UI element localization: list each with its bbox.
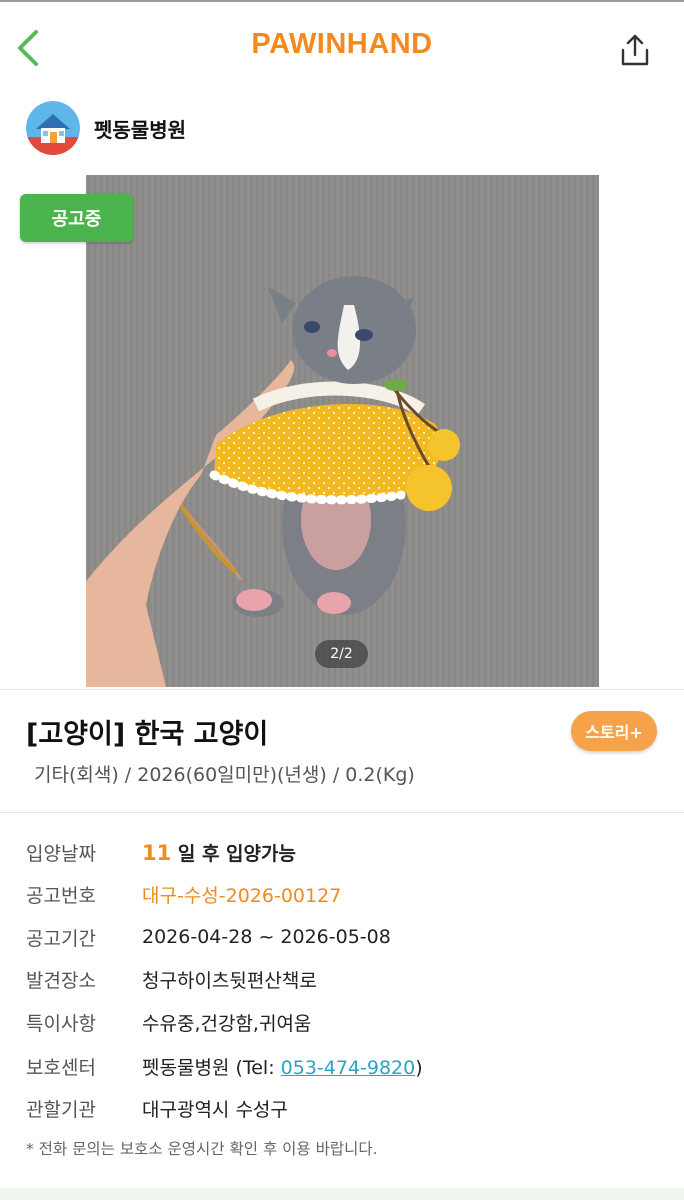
brand-logo[interactable]: PAWINHAND [0, 28, 684, 61]
adoption-days: 11 [142, 840, 172, 865]
app-header: PAWINHAND [0, 2, 684, 92]
adoption-suffix: 일 후 입양가능 [171, 842, 296, 865]
divider [0, 689, 684, 690]
info-value: 11 일 후 입양가능 [142, 839, 296, 866]
pet-photo[interactable] [86, 175, 599, 687]
shelter-avatar [26, 101, 80, 155]
special-notes: 수유중,건강함,귀여움 [142, 1012, 312, 1035]
house-icon [26, 101, 80, 155]
shelter-row[interactable]: 펫동물병원 [26, 100, 186, 156]
divider [0, 812, 684, 813]
info-label: 입양날짜 [26, 842, 96, 865]
info-row-notice-number: 공고번호 대구-수성-2026-00127 [26, 877, 341, 911]
found-place: 청구하이츠뒷편산책로 [142, 969, 317, 992]
bottom-strip [0, 1188, 684, 1200]
page-indicator: 2/2 [315, 640, 368, 668]
agency: 대구광역시 수성구 [142, 1098, 288, 1121]
story-button[interactable]: 스토리+ [571, 711, 657, 751]
notice-period: 2026-04-28 ~ 2026-05-08 [142, 926, 391, 948]
notice-number: 대구-수성-2026-00127 [142, 884, 342, 907]
info-label: 특이사항 [26, 1012, 96, 1035]
info-label: 발견장소 [26, 969, 96, 992]
info-row-shelter: 보호센터 펫동물병원 (Tel: 053-474-9820) [26, 1049, 423, 1083]
shelter-name: 펫동물병원 [94, 117, 186, 142]
shelter-contact: 펫동물병원 (Tel: 053-474-9820) [142, 1053, 423, 1080]
pet-title: [고양이] 한국 고양이 [26, 719, 269, 750]
info-row-agency: 관할기관 대구광역시 수성구 [26, 1091, 288, 1125]
share-button[interactable] [612, 28, 658, 72]
info-row-notice-period: 공고기간 2026-04-28 ~ 2026-05-08 [26, 920, 391, 954]
share-icon [621, 34, 649, 66]
phone-link[interactable]: 053-474-9820 [281, 1057, 416, 1079]
info-label: 공고기간 [26, 927, 96, 950]
info-row-found-place: 발견장소 청구하이츠뒷편산책로 [26, 962, 317, 996]
status-badge: 공고중 [20, 194, 133, 242]
info-label: 관할기관 [26, 1098, 96, 1121]
info-row-special-notes: 특이사항 수유중,건강함,귀여움 [26, 1005, 311, 1039]
shelter-prefix: 펫동물병원 (Tel: [142, 1056, 281, 1079]
info-row-adoption-date: 입양날짜 11 일 후 입양가능 [26, 835, 296, 869]
pet-summary: 기타(회색) / 2026(60일미만)(년생) / 0.2(Kg) [34, 764, 415, 786]
footnote: * 전화 문의는 보호소 운영시간 확인 후 이용 바랍니다. [26, 1140, 378, 1158]
info-label: 보호센터 [26, 1056, 96, 1079]
shelter-suffix: ) [415, 1056, 423, 1079]
info-label: 공고번호 [26, 884, 96, 907]
